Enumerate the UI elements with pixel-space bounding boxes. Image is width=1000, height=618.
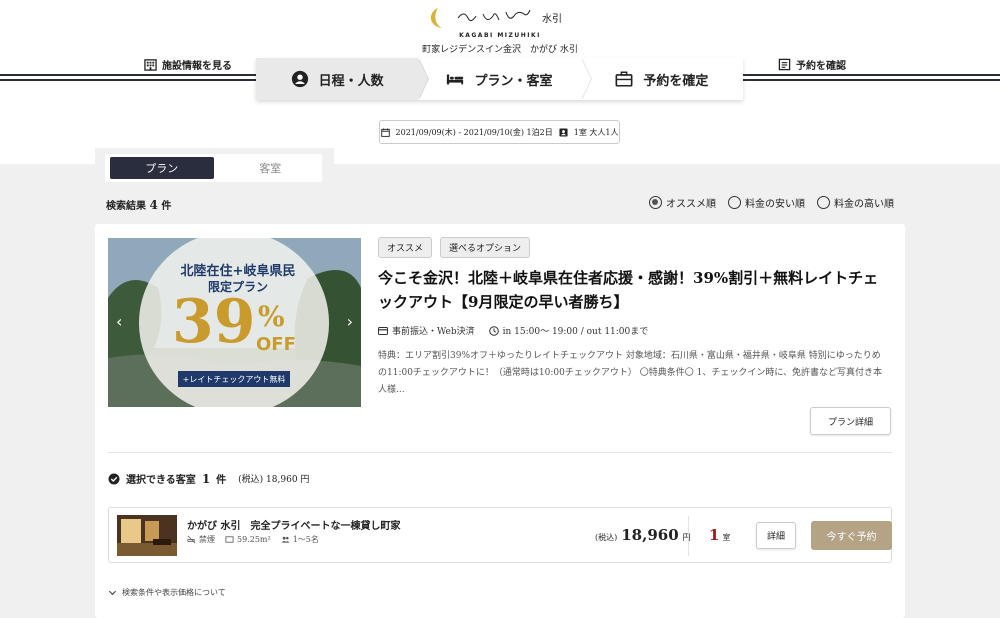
room-area: 59.25m²	[225, 534, 271, 545]
available-rooms-count: 1	[201, 471, 211, 486]
plan-room-tabs: プラン 客室	[95, 148, 334, 186]
checkin-times-label: in 15:00～ 19:00 / out 11:00まで	[502, 327, 649, 337]
room-price-amount: 18,960	[621, 526, 679, 544]
result-count: 検索結果 4 件	[106, 197, 171, 212]
tab-room[interactable]: 客室	[219, 154, 323, 182]
divider	[108, 452, 892, 453]
radio-selected[interactable]	[649, 196, 662, 209]
step-label: プラン・客室	[474, 73, 553, 89]
plan-badges: オススメ 選べるオプション	[378, 237, 531, 258]
room-name[interactable]: かがび 水引 完全プライベートな一棟貸し町家	[187, 517, 400, 532]
facility-info-link[interactable]: 施設情報を見る	[140, 57, 236, 72]
user-icon	[291, 70, 308, 88]
divider	[688, 516, 689, 556]
room-capacity-label: 1～5名	[292, 535, 319, 544]
room-facts: 禁煙 59.25m² 1～5名	[187, 534, 319, 545]
search-dates: 2021/09/09(木) - 2021/09/10(金) 1泊2日	[395, 127, 553, 137]
available-rooms-heading: 選択できる客室 1 件 (税込) 18,960 円	[108, 471, 309, 486]
brand-roman-name: KAGABI MIZUHIKI	[459, 32, 541, 39]
banner-percent-sign: %	[258, 300, 285, 333]
search-conditions-summary[interactable]: 2021/09/09(木) - 2021/09/10(金) 1泊2日 1室 大人…	[379, 120, 620, 144]
search-conditions-note[interactable]: 検索条件や表示価格について	[108, 587, 226, 598]
banner-line1: 北陸在住+岐阜県民	[180, 264, 296, 279]
banner-off: OFF	[256, 334, 296, 355]
plan-description: 特典：エリア割引39%オフ＋ゆったりレイトチェックアウト 対象地域：石川県・富山…	[378, 351, 883, 395]
available-rooms-label: 選択できる客室	[126, 475, 196, 486]
sort-options: オススメ順 料金の安い順 料金の高い順	[649, 195, 894, 210]
room-capacity: 1～5名	[281, 534, 319, 545]
radio[interactable]	[728, 196, 741, 209]
room-detail-button[interactable]: 詳細	[756, 522, 796, 549]
step-label: 予約を確定	[643, 73, 709, 89]
kagabi-logo: 水引	[430, 8, 562, 28]
sort-recommended[interactable]: オススメ順	[649, 195, 716, 210]
sort-high-price[interactable]: 料金の高い順	[817, 195, 894, 210]
sort-low-price-label: 料金の安い順	[745, 199, 805, 210]
payment-method: 事前振込・Web決済	[378, 324, 475, 337]
sort-high-price-label: 料金の高い順	[834, 199, 894, 210]
room-area-label: 59.25m²	[237, 535, 271, 544]
plan-image-carousel[interactable]: 北陸在住+岐阜県民 限定プラン 39 % OFF +レイトチェックアウト無料 ‹…	[108, 238, 361, 407]
credit-card-icon	[378, 326, 388, 335]
tab-plan[interactable]: プラン	[110, 157, 214, 179]
bed-icon	[447, 74, 464, 85]
step-plan-room[interactable]: プラン・客室	[418, 58, 592, 100]
guest-icon	[559, 127, 568, 137]
plan-detail-button[interactable]: プラン詳細	[810, 407, 891, 435]
sort-recommended-label: オススメ順	[666, 199, 716, 210]
search-guests: 1室 大人1人	[573, 127, 619, 137]
banner-discount: 39	[172, 287, 256, 357]
room-smoking: 禁煙	[187, 534, 215, 545]
room-quantity-unit: 室	[722, 533, 731, 542]
room-price-tax: (税込)	[595, 533, 618, 542]
briefcase-icon	[615, 71, 633, 87]
book-now-button[interactable]: 今すぐ予約	[811, 521, 892, 550]
plan-card: 北陸在住+岐阜県民 限定プラン 39 % OFF +レイトチェックアウト無料 ‹…	[95, 224, 905, 618]
result-count-unit: 件	[161, 201, 172, 212]
step-dates-guests[interactable]: 日程・人数	[256, 58, 430, 100]
plan-meta: 事前振込・Web決済 in 15:00～ 19:00 / out 11:00まで	[378, 324, 648, 337]
booking-steps: 日程・人数 プラン・客室 予約を確定	[256, 58, 743, 100]
floor-area-icon	[225, 536, 234, 543]
receipt-icon	[778, 58, 791, 71]
sort-low-price[interactable]: 料金の安い順	[728, 195, 805, 210]
room-quantity[interactable]: 1 室	[709, 526, 730, 544]
clock-icon	[488, 325, 499, 336]
badge-options: 選べるオプション	[440, 237, 531, 258]
people-icon	[281, 536, 290, 543]
room-thumbnail[interactable]	[117, 515, 177, 556]
checkin-times: in 15:00～ 19:00 / out 11:00まで	[488, 324, 649, 337]
calendar-icon	[380, 127, 390, 137]
room-row: かがび 水引 完全プライベートな一棟貸し町家 禁煙 59.25m² 1～5名 (…	[108, 507, 892, 563]
result-count-label: 検索結果	[106, 201, 146, 212]
brand-header: 水引 KAGABI MIZUHIKI 町家レジデンスイン金沢 かがび 水引	[0, 0, 1000, 58]
carousel-prev-icon[interactable]: ‹	[116, 312, 122, 331]
banner-tag: +レイトチェックアウト無料	[178, 371, 290, 387]
check-reservation-link[interactable]: 予約を確認	[774, 57, 850, 72]
step-confirm[interactable]: 予約を確定	[581, 58, 743, 100]
available-rooms-unit: 件	[216, 475, 227, 486]
result-count-number: 4	[149, 198, 158, 212]
room-smoking-label: 禁煙	[199, 535, 215, 544]
logo-kanji: 水引	[542, 13, 562, 25]
badge-recommended: オススメ	[378, 237, 433, 258]
no-smoking-icon	[187, 535, 196, 544]
step-label: 日程・人数	[318, 73, 384, 89]
carousel-next-icon[interactable]: ›	[347, 312, 353, 331]
facility-info-label: 施設情報を見る	[162, 61, 232, 72]
room-price: (税込) 18,960 円	[595, 526, 691, 544]
check-reservation-label: 予約を確認	[796, 61, 846, 72]
payment-method-label: 事前振込・Web決済	[392, 327, 475, 337]
check-circle-icon	[108, 473, 120, 484]
search-conditions-note-label: 検索条件や表示価格について	[122, 588, 226, 597]
available-rooms-price: (税込) 18,960 円	[238, 475, 310, 485]
room-quantity-value: 1	[709, 526, 720, 544]
brand-subtitle: 町家レジデンスイン金沢 かがび 水引	[422, 45, 578, 55]
plan-title[interactable]: 今こそ金沢！北陸＋岐阜県在住者応援・感謝！39%割引＋無料レイトチェックアウト【…	[378, 266, 893, 314]
room-price-currency: 円	[682, 533, 691, 542]
room-photo	[117, 515, 177, 556]
radio[interactable]	[817, 196, 830, 209]
building-icon	[144, 59, 157, 71]
chevron-down-icon	[108, 590, 117, 596]
